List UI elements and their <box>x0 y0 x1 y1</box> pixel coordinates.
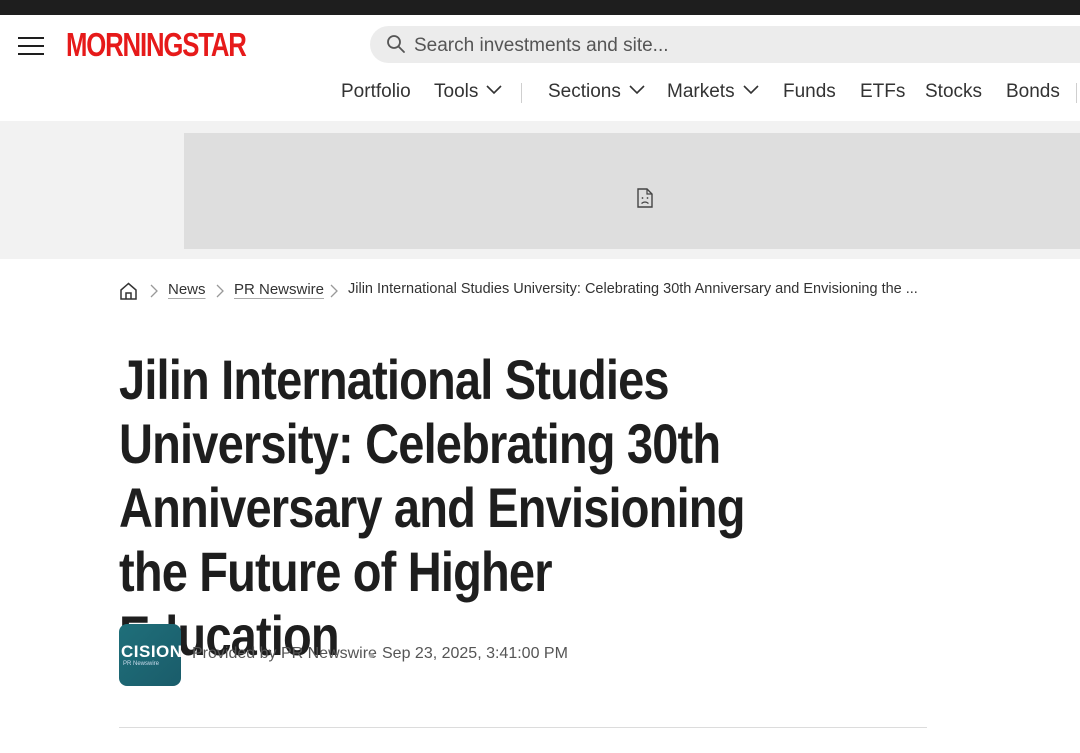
nav-item-label: Bonds <box>1006 81 1060 102</box>
nav-item-label: Sections <box>548 81 621 102</box>
nav-item-tools[interactable]: Tools <box>434 75 502 109</box>
nav-item-label: Portfolio <box>341 81 411 102</box>
search-icon <box>387 35 405 53</box>
nav-item-funds[interactable]: Funds <box>783 75 836 109</box>
morningstar-logo[interactable]: MORNINGSTAR <box>66 26 296 64</box>
site-header: MORNINGSTAR Portfolio Tools Sections Mar… <box>0 15 1080 121</box>
nav-item-markets[interactable]: Markets <box>667 75 759 109</box>
search-input[interactable] <box>412 26 1016 65</box>
separator-dot <box>369 653 374 658</box>
ad-banner-area <box>0 121 1080 259</box>
logo-text: MORNINGSTAR <box>66 26 247 63</box>
publish-date: Sep 23, 2025, 3:41:00 PM <box>382 645 568 662</box>
cision-logo: CISION PR Newswire <box>119 624 181 686</box>
nav-item-label: Funds <box>783 81 836 102</box>
broken-image-icon <box>637 188 653 208</box>
hamburger-menu-icon[interactable] <box>18 37 44 55</box>
chevron-right-icon <box>216 284 224 298</box>
main-nav: Portfolio Tools Sections Markets Funds E… <box>0 75 1080 109</box>
search-bar[interactable] <box>370 26 1080 65</box>
chevron-down-icon <box>486 85 502 95</box>
nav-divider <box>1076 83 1077 103</box>
ad-placeholder[interactable] <box>184 133 1080 249</box>
nav-item-stocks[interactable]: Stocks <box>925 75 982 109</box>
divider <box>119 727 927 728</box>
nav-divider <box>521 83 522 103</box>
chevron-right-icon <box>150 284 158 298</box>
nav-item-bonds[interactable]: Bonds <box>1006 75 1060 109</box>
provider-logo-subtext: PR Newswire <box>123 661 160 667</box>
breadcrumb-link-pr-newswire[interactable]: PR Newswire <box>234 281 324 298</box>
nav-item-etfs[interactable]: ETFs <box>860 75 905 109</box>
chevron-down-icon <box>629 85 645 95</box>
breadcrumb-current: Jilin International Studies University: … <box>348 281 918 297</box>
nav-item-label: Markets <box>667 81 735 102</box>
chevron-down-icon <box>743 85 759 95</box>
nav-item-label: Tools <box>434 81 479 102</box>
home-icon[interactable] <box>119 282 138 300</box>
nav-item-sections[interactable]: Sections <box>548 75 645 109</box>
nav-item-label: Stocks <box>925 81 983 102</box>
nav-item-portfolio[interactable]: Portfolio <box>341 75 411 109</box>
nav-item-label: ETFs <box>860 81 906 102</box>
article-headline: Jilin International Studies University: … <box>119 348 745 667</box>
provider-logo-text: CISION <box>121 642 181 661</box>
provided-by: Provided by PR Newswire <box>192 645 377 662</box>
breadcrumb-link-news[interactable]: News <box>168 281 206 298</box>
chevron-right-icon <box>330 284 338 298</box>
top-utility-bar <box>0 0 1080 15</box>
